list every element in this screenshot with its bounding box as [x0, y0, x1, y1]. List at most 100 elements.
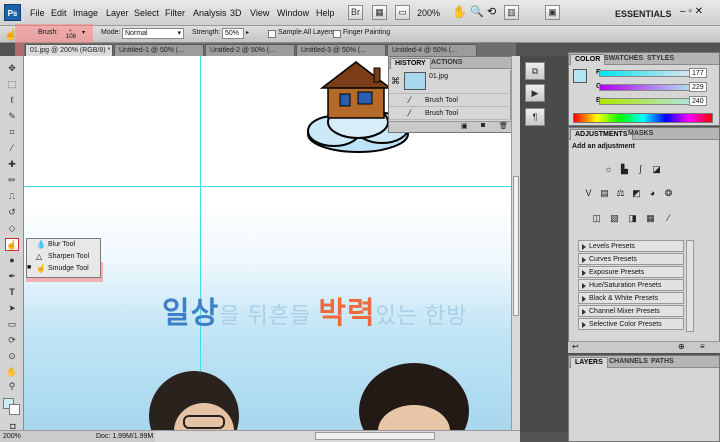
type-tool-icon[interactable]: T	[5, 286, 19, 299]
preset-channel-mixer[interactable]: Channel Mixer Presets	[578, 305, 684, 317]
b-value[interactable]: 240	[689, 96, 707, 106]
clip-icon[interactable]: ⊕	[678, 342, 685, 351]
background-color-swatch[interactable]	[9, 404, 20, 415]
hand-tool-icon[interactable]: ✋	[5, 366, 19, 379]
zoom-level-icon[interactable]: ▭	[395, 5, 410, 20]
history-brush-tool-icon[interactable]: ↺	[5, 206, 19, 219]
flyout-smudge-tool[interactable]: Smudge Tool	[48, 265, 89, 272]
menu-view[interactable]: View	[250, 8, 269, 18]
tab-untitled-1[interactable]: Untitled-1 @ 50% (...	[114, 44, 204, 56]
curves-icon[interactable]: ∫	[635, 164, 646, 175]
dodge-tool-icon[interactable]: ●	[5, 254, 19, 267]
photo-filter-icon[interactable]: ◕	[647, 188, 658, 199]
color-ramp[interactable]	[573, 113, 713, 123]
menu-layer[interactable]: Layer	[106, 8, 129, 18]
menu-window[interactable]: Window	[277, 8, 309, 18]
preset-levels[interactable]: Levels Presets	[578, 240, 684, 252]
hand-icon[interactable]: ✋	[452, 5, 467, 19]
menu-filter[interactable]: Filter	[165, 8, 185, 18]
finger-painting-checkbox[interactable]	[333, 30, 341, 38]
tab-styles[interactable]: STYLES	[643, 54, 678, 65]
pen-tool-icon[interactable]: ✒	[5, 270, 19, 283]
black-white-icon[interactable]: ◩	[631, 188, 642, 199]
tab-untitled-2[interactable]: Untitled-2 @ 50% (...	[205, 44, 295, 56]
history-snapshot-row[interactable]: ⌘ 01.jpg	[389, 70, 509, 94]
healing-tool-icon[interactable]: ✚	[5, 158, 19, 171]
menu-edit[interactable]: Edit	[51, 8, 67, 18]
channel-mixer-icon[interactable]: ❂	[663, 188, 674, 199]
adjustments-menu-icon[interactable]: ≡	[700, 342, 705, 351]
r-value[interactable]: 177	[689, 68, 707, 78]
strength-dropdown-icon[interactable]: ▸	[246, 29, 249, 36]
crop-tool-icon[interactable]: ⌗	[5, 126, 19, 139]
adjustments-scrollbar[interactable]	[686, 240, 694, 332]
workspace-switcher[interactable]: ESSENTIALS	[615, 9, 672, 19]
zoom-level[interactable]: 200%	[417, 8, 440, 18]
menu-help[interactable]: Help	[316, 8, 335, 18]
menu-image[interactable]: Image	[73, 8, 98, 18]
marquee-tool-icon[interactable]: ⬚	[5, 78, 19, 91]
preset-black-white[interactable]: Black & White Presets	[578, 292, 684, 304]
exposure-icon[interactable]: ◪	[651, 164, 662, 175]
snapshot-icon[interactable]: ◙	[481, 122, 485, 129]
selective-color-icon[interactable]: ⁄	[663, 213, 674, 224]
tab-untitled-3[interactable]: Untitled-3 @ 50% (...	[296, 44, 386, 56]
preset-selective-color[interactable]: Selective Color Presets	[578, 318, 684, 330]
menu-3d[interactable]: 3D	[230, 8, 242, 18]
path-select-tool-icon[interactable]: ➤	[5, 302, 19, 315]
brush-dropdown-icon[interactable]: ▾	[82, 29, 85, 36]
tab-paths[interactable]: PATHS	[647, 357, 678, 368]
screen-mode-icon[interactable]: ▣	[545, 5, 560, 20]
3d-rotate-tool-icon[interactable]: ⟳	[5, 334, 19, 347]
extras-icon[interactable]: ▦	[372, 5, 387, 20]
quick-select-tool-icon[interactable]: ✎	[5, 110, 19, 123]
mode-select[interactable]: Normal ▾	[122, 28, 184, 39]
sample-all-layers-checkbox[interactable]	[268, 30, 276, 38]
history-item[interactable]: ⁄ Brush Tool	[389, 107, 509, 120]
zoom-icon[interactable]: 🔍	[470, 5, 484, 18]
history-dock-icon[interactable]: ⧉	[525, 62, 545, 80]
paragraph-dock-icon[interactable]: ¶	[525, 108, 545, 126]
move-tool-icon[interactable]: ✥	[5, 62, 19, 75]
return-icon[interactable]: ↩	[572, 342, 579, 351]
lasso-tool-icon[interactable]: ℓ	[5, 94, 19, 107]
brightness-icon[interactable]: ☼	[603, 164, 614, 175]
tab-history[interactable]: HISTORY	[390, 58, 431, 69]
smudge-tool-preset-icon[interactable]: ☝	[4, 28, 18, 41]
menu-file[interactable]: File	[30, 8, 45, 18]
levels-icon[interactable]: ▙	[619, 164, 630, 175]
rotate-view-icon[interactable]: ⟲	[487, 5, 496, 18]
preset-exposure[interactable]: Exposure Presets	[578, 266, 684, 278]
bridge-icon[interactable]: Br	[348, 5, 363, 20]
tab-01-jpg[interactable]: 01.jpg @ 200% (RGB/8) *	[25, 44, 113, 56]
trash-icon[interactable]: 🗑	[499, 122, 508, 130]
g-value[interactable]: 229	[689, 82, 707, 92]
clone-stamp-tool-icon[interactable]: ⎍	[5, 190, 19, 203]
vertical-scroll-thumb[interactable]	[513, 176, 519, 316]
brush-size[interactable]: 108	[66, 34, 76, 40]
menu-analysis[interactable]: Analysis	[193, 8, 227, 18]
eraser-tool-icon[interactable]: ◇	[5, 222, 19, 235]
window-controls[interactable]: – ▫ ✕	[680, 6, 703, 17]
status-zoom[interactable]: 200%	[3, 433, 21, 440]
hue-saturation-icon[interactable]: ▤	[599, 188, 610, 199]
vertical-scrollbar[interactable]	[511, 56, 520, 430]
tab-swatches[interactable]: SWATCHES	[600, 54, 647, 65]
preset-curves[interactable]: Curves Presets	[578, 253, 684, 265]
history-item[interactable]: ⁄ Brush Tool	[389, 94, 509, 107]
zoom-tool-icon[interactable]: ⚲	[5, 380, 19, 393]
strength-field[interactable]: 50%	[222, 28, 244, 39]
tab-layers[interactable]: LAYERS	[570, 357, 608, 368]
tab-actions[interactable]: ACTIONS	[427, 58, 467, 69]
threshold-icon[interactable]: ◨	[627, 213, 638, 224]
arrange-icon[interactable]: ▥	[504, 5, 519, 20]
preset-hue-saturation[interactable]: Hue/Saturation Presets	[578, 279, 684, 291]
3d-orbit-tool-icon[interactable]: ⊙	[5, 350, 19, 363]
new-document-icon[interactable]: ▣	[461, 122, 468, 130]
shape-tool-icon[interactable]: ▭	[5, 318, 19, 331]
tab-channels[interactable]: CHANNELS	[605, 357, 652, 368]
horizontal-scroll-thumb[interactable]	[315, 432, 435, 440]
menu-select[interactable]: Select	[134, 8, 159, 18]
flyout-blur-tool[interactable]: Blur Tool	[48, 241, 75, 248]
flyout-sharpen-tool[interactable]: Sharpen Tool	[48, 253, 89, 260]
